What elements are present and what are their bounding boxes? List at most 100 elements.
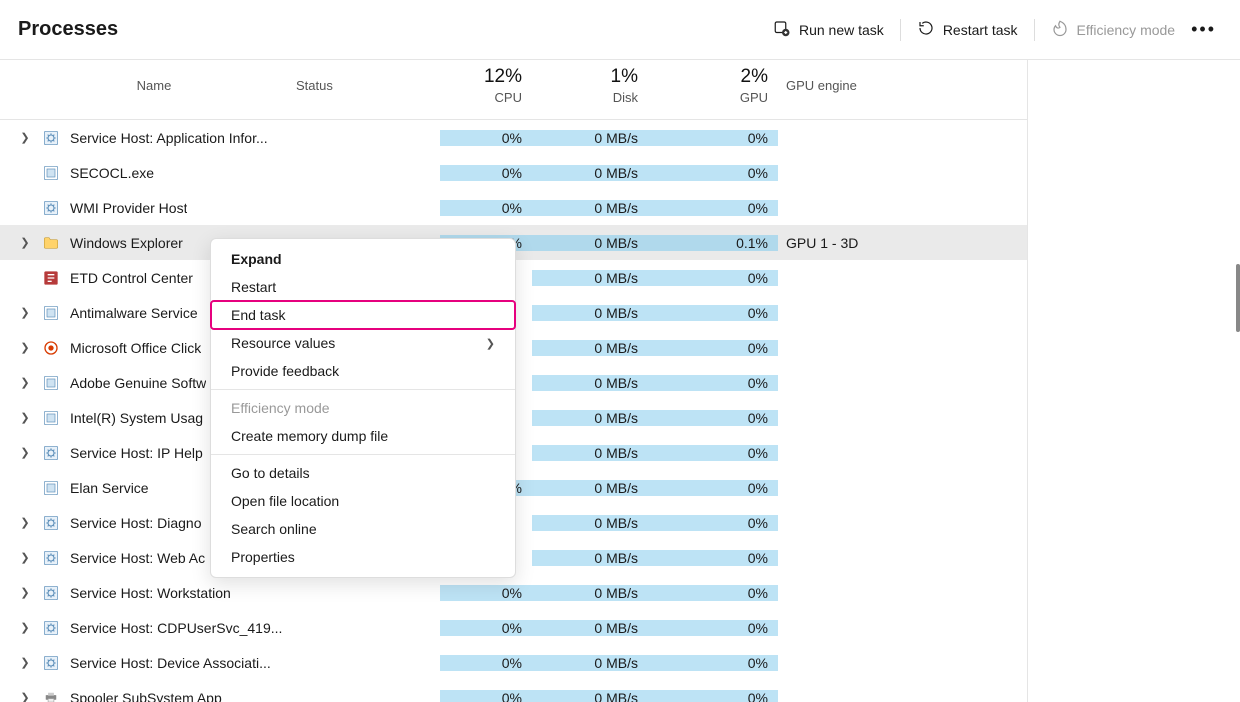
column-header-gpu-engine[interactable]: GPU engine — [778, 78, 1027, 101]
context-go-to-details[interactable]: Go to details — [211, 459, 515, 487]
file-icon — [42, 409, 60, 427]
cell-gpu: 0% — [648, 620, 778, 636]
restart-task-button[interactable]: Restart task — [907, 13, 1028, 46]
cell-disk: 0 MB/s — [532, 690, 648, 702]
column-header-disk[interactable]: 1% Disk — [532, 66, 648, 113]
file-icon — [42, 374, 60, 392]
gear-icon — [42, 129, 60, 147]
chevron-right-icon[interactable]: ❯ — [18, 621, 32, 634]
context-restart[interactable]: Restart — [211, 273, 515, 301]
cell-name: ❯ Service Host: Workstation — [0, 584, 290, 602]
cell-gpu: 0% — [648, 445, 778, 461]
run-task-icon — [773, 19, 791, 40]
cell-gpu: 0% — [648, 480, 778, 496]
toolbar: Processes Run new task Restart task Effi… — [0, 0, 1240, 60]
table-row[interactable]: ❯Service Host: Workstation0%0 MB/s0% — [0, 575, 1027, 610]
context-properties[interactable]: Properties — [211, 543, 515, 571]
toolbar-separator — [1034, 19, 1035, 41]
table-row[interactable]: ❯WMI Provider Host0%0 MB/s0% — [0, 190, 1027, 225]
cell-cpu: 0% — [440, 690, 532, 702]
cell-gpu: 0% — [648, 515, 778, 531]
process-name: Windows Explorer — [70, 235, 183, 251]
chevron-right-icon[interactable]: ❯ — [18, 306, 32, 319]
cell-gpu: 0% — [648, 200, 778, 216]
toolbar-separator — [900, 19, 901, 41]
chevron-right-icon[interactable]: ❯ — [18, 446, 32, 459]
cell-gpu: 0% — [648, 585, 778, 601]
process-name: Adobe Genuine Softw — [70, 375, 206, 391]
context-provide-feedback[interactable]: Provide feedback — [211, 357, 515, 385]
restart-icon — [917, 19, 935, 40]
column-header-status[interactable]: Status — [290, 78, 440, 101]
process-name: Microsoft Office Click — [70, 340, 201, 356]
cell-disk: 0 MB/s — [532, 445, 648, 461]
cell-name: ❯Service Host: Device Associati... — [0, 654, 290, 672]
cell-gpu: 0% — [648, 410, 778, 426]
disk-label: Disk — [613, 90, 638, 105]
process-name: Service Host: Application Infor... — [70, 130, 268, 146]
column-header-gpu[interactable]: 2% GPU — [648, 66, 778, 113]
process-name: Elan Service — [70, 480, 149, 496]
file-icon — [42, 304, 60, 322]
cell-disk: 0 MB/s — [532, 235, 648, 251]
cell-disk: 0 MB/s — [532, 200, 648, 216]
chevron-right-icon[interactable]: ❯ — [18, 586, 32, 599]
process-name: SECOCL.exe — [70, 165, 154, 181]
chevron-right-icon[interactable]: ❯ — [18, 341, 32, 354]
process-name: Service Host: CDPUserSvc_419... — [70, 620, 282, 636]
chevron-right-icon[interactable]: ❯ — [18, 236, 32, 249]
context-efficiency-mode[interactable]: Efficiency mode — [211, 394, 515, 422]
chevron-right-icon[interactable]: ❯ — [18, 691, 32, 702]
column-header-name[interactable]: Name — [0, 78, 290, 101]
cpu-label: CPU — [495, 90, 522, 105]
cell-disk: 0 MB/s — [532, 165, 648, 181]
etd-icon — [42, 269, 60, 287]
column-header-cpu[interactable]: 12% CPU — [440, 66, 532, 113]
run-new-task-button[interactable]: Run new task — [763, 13, 894, 46]
process-name: Spooler SubSystem App — [70, 690, 222, 702]
gear-icon — [42, 199, 60, 217]
context-expand[interactable]: Expand — [211, 245, 515, 273]
chevron-right-icon[interactable]: ❯ — [18, 551, 32, 564]
cell-gpu: 0% — [648, 270, 778, 286]
cell-cpu: 0% — [440, 130, 532, 146]
cell-cpu: 0% — [440, 620, 532, 636]
cell-gpu-engine: GPU 1 - 3D — [778, 235, 1027, 251]
context-resource-values[interactable]: Resource values ❯ — [211, 329, 515, 357]
context-menu: Expand Restart End task Resource values … — [210, 238, 516, 578]
process-name: Antimalware Service — [70, 305, 198, 321]
cell-gpu: 0% — [648, 690, 778, 702]
table-row[interactable]: ❯Service Host: Application Infor...0%0 M… — [0, 120, 1027, 155]
gear-icon — [42, 444, 60, 462]
cell-disk: 0 MB/s — [532, 410, 648, 426]
chevron-right-icon[interactable]: ❯ — [18, 656, 32, 669]
gear-icon — [42, 654, 60, 672]
context-end-task[interactable]: End task — [211, 301, 515, 329]
process-name: Service Host: IP Help — [70, 445, 203, 461]
cell-disk: 0 MB/s — [532, 305, 648, 321]
gpu-label: GPU — [740, 90, 768, 105]
process-name: Service Host: Workstation — [70, 585, 231, 601]
process-name: Intel(R) System Usag — [70, 410, 203, 426]
context-open-location[interactable]: Open file location — [211, 487, 515, 515]
table-row[interactable]: ❯ Spooler SubSystem App 0%0 MB/s0% — [0, 680, 1027, 702]
run-new-task-label: Run new task — [799, 22, 884, 38]
context-create-dump[interactable]: Create memory dump file — [211, 422, 515, 450]
restart-task-label: Restart task — [943, 22, 1018, 38]
table-row[interactable]: ❯ Service Host: CDPUserSvc_419... 0%0 MB/s… — [0, 610, 1027, 645]
chevron-right-icon[interactable]: ❯ — [18, 376, 32, 389]
cell-name: ❯ Spooler SubSystem App — [0, 689, 290, 702]
cell-disk: 0 MB/s — [532, 620, 648, 636]
table-row[interactable]: ❯Service Host: Device Associati...0%0 MB… — [0, 645, 1027, 680]
gear-icon — [42, 549, 60, 567]
scrollbar-thumb[interactable] — [1236, 264, 1240, 332]
efficiency-mode-button[interactable]: Efficiency mode — [1041, 13, 1186, 46]
cell-name: ❯ Service Host: Application Infor... — [0, 129, 290, 147]
chevron-right-icon[interactable]: ❯ — [18, 131, 32, 144]
table-row[interactable]: ❯SECOCL.exe0%0 MB/s0% — [0, 155, 1027, 190]
process-name: Service Host: Diagno — [70, 515, 202, 531]
more-options-button[interactable]: ••• — [1185, 19, 1222, 40]
chevron-right-icon[interactable]: ❯ — [18, 411, 32, 424]
context-search-online[interactable]: Search online — [211, 515, 515, 543]
chevron-right-icon[interactable]: ❯ — [18, 516, 32, 529]
